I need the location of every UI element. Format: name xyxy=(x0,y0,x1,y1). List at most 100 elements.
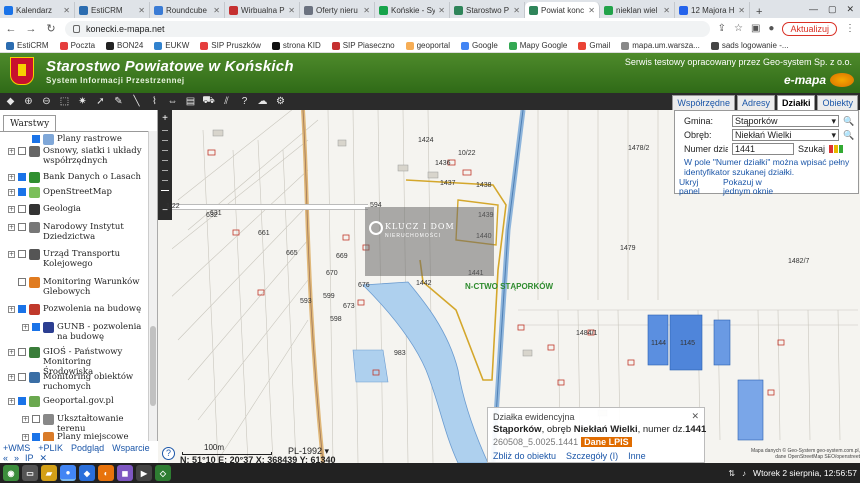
settings-icon[interactable]: ⚙ xyxy=(274,95,287,108)
layer-item[interactable]: + Osnowy, siatki i układy współrzędnych xyxy=(8,146,142,166)
close-tab-icon[interactable]: ✕ xyxy=(288,6,295,15)
layer-item[interactable]: + OpenStreetMap xyxy=(8,187,142,198)
search-icon[interactable]: 🔍 xyxy=(843,116,854,127)
layer-item[interactable]: Plany rastrowe xyxy=(22,134,142,145)
zoom-in-icon[interactable]: ⊕ xyxy=(22,95,35,108)
minimize-icon[interactable]: — xyxy=(809,4,818,15)
expand-icon[interactable]: + xyxy=(8,306,15,313)
footer-link[interactable]: Podgląd xyxy=(71,443,104,453)
hide-panel-link[interactable]: Ukryj panel xyxy=(679,178,705,196)
print-icon[interactable]: ▤ xyxy=(184,95,197,108)
bookmark-item[interactable]: BON24 xyxy=(106,41,143,50)
emapa-brand[interactable]: e-mapa xyxy=(784,73,826,87)
measure-area-icon[interactable]: ⌇ xyxy=(148,95,161,108)
firefox-icon[interactable]: ◐ xyxy=(98,465,114,481)
url-input[interactable]: konecki.e-mapa.net xyxy=(65,20,710,37)
measure-line-icon[interactable]: ╲ xyxy=(130,95,143,108)
forward-icon[interactable]: → xyxy=(25,23,37,35)
close-tab-icon[interactable]: ✕ xyxy=(588,6,595,15)
close-tab-icon[interactable]: ✕ xyxy=(738,6,745,15)
clock[interactable]: Wtorek 2 sierpnia, 12:56:57 xyxy=(753,468,857,478)
layer-item[interactable]: + Urząd Transportu Kolejowego xyxy=(8,249,142,269)
bookmark-item[interactable]: Mapy Google xyxy=(508,41,567,50)
close-tab-icon[interactable]: ✕ xyxy=(363,6,370,15)
vehicle-icon[interactable]: ⛟ xyxy=(202,95,215,108)
scroll-thumb[interactable] xyxy=(150,326,156,406)
pan-icon[interactable]: ⇔ xyxy=(166,95,179,108)
single-window-link[interactable]: Pokazuj w jednym oknie xyxy=(723,178,783,196)
layer-checkbox[interactable] xyxy=(18,348,26,356)
pointer-icon[interactable]: ➚ xyxy=(94,95,107,108)
app-icon[interactable]: ◼ xyxy=(117,465,133,481)
expand-icon[interactable]: + xyxy=(8,251,15,258)
search-button[interactable]: Szukaj xyxy=(798,144,825,154)
extensions-icon[interactable]: ▣ xyxy=(751,23,760,34)
bookmark-item[interactable]: SIP Piaseczno xyxy=(331,41,395,50)
close-tab-icon[interactable]: ✕ xyxy=(513,6,520,15)
expand-icon[interactable]: + xyxy=(22,416,29,423)
layer-item[interactable]: + Bank Danych o Lasach xyxy=(8,172,142,183)
chrome-icon[interactable]: ● xyxy=(60,465,76,481)
search-icon[interactable]: 🔍 xyxy=(843,130,854,141)
close-tab-icon[interactable]: ✕ xyxy=(63,6,70,15)
bookmark-item[interactable]: EUKW xyxy=(154,41,189,50)
hatch-icon[interactable]: ⫽ xyxy=(220,95,233,108)
profile-icon[interactable]: ● xyxy=(768,23,774,34)
app-icon[interactable]: ◇ xyxy=(155,465,171,481)
bookmark-item[interactable]: SIP Pruszków xyxy=(200,41,261,50)
expand-icon[interactable]: + xyxy=(8,398,15,405)
browser-tab[interactable]: EstiCRM ✕ xyxy=(75,2,150,18)
volume-icon[interactable]: ♪ xyxy=(742,469,746,478)
expand-icon[interactable]: + xyxy=(8,174,15,181)
bookmark-item[interactable]: Gmail xyxy=(578,41,610,50)
bookmark-item[interactable]: EstiCRM xyxy=(6,41,49,50)
layer-item[interactable]: Monitoring Warunków Glebowych xyxy=(8,277,142,297)
close-window-icon[interactable]: ✕ xyxy=(846,4,854,15)
expand-icon[interactable]: + xyxy=(8,148,15,155)
parcel-number-input[interactable]: 1441 xyxy=(732,143,794,155)
bookmark-item[interactable]: Poczta xyxy=(59,41,95,50)
update-button[interactable]: Aktualizuj xyxy=(782,21,837,36)
layer-item[interactable]: + Pozwolenia na budowę xyxy=(8,304,142,315)
browser-tab[interactable]: Oferty nieru ✕ xyxy=(300,2,375,18)
layer-checkbox[interactable] xyxy=(18,250,26,258)
footer-link[interactable]: +WMS xyxy=(3,443,30,453)
expand-icon[interactable]: + xyxy=(8,374,15,381)
expand-icon[interactable]: + xyxy=(22,434,29,441)
browser-tab[interactable]: nieklan wiel ✕ xyxy=(600,2,675,18)
terminal-icon[interactable]: ▶ xyxy=(136,465,152,481)
layer-checkbox[interactable] xyxy=(18,397,26,405)
tab-współrzędne[interactable]: Współrzędne xyxy=(672,95,735,110)
menu-icon[interactable]: ⋮ xyxy=(845,23,855,34)
layer-item[interactable]: + Geoportal.gov.pl xyxy=(8,396,142,407)
zoom-handle[interactable] xyxy=(161,190,169,191)
files-icon[interactable]: ▰ xyxy=(41,465,57,481)
layer-item[interactable]: + Geologia xyxy=(8,204,142,215)
layer-checkbox[interactable] xyxy=(32,135,40,143)
layer-item[interactable]: + Plany miejscowe xyxy=(22,432,142,441)
bookmark-item[interactable]: mapa.um.warsza... xyxy=(621,41,700,50)
bookmark-item[interactable]: strona KID xyxy=(271,41,321,50)
reload-icon[interactable]: ↻ xyxy=(45,22,57,35)
maximize-icon[interactable]: ▢ xyxy=(828,4,837,15)
tab-obiekty[interactable]: Obiekty xyxy=(817,95,858,110)
help-icon[interactable]: ? xyxy=(238,95,251,108)
network-icon[interactable]: ⇅ xyxy=(728,469,735,478)
layer-checkbox[interactable] xyxy=(32,433,40,441)
close-tab-icon[interactable]: ✕ xyxy=(138,6,145,15)
expand-icon[interactable]: + xyxy=(8,349,15,356)
bookmark-item[interactable]: sads logowanie -... xyxy=(710,41,789,50)
browser-tab[interactable]: 12 Majora H ✕ xyxy=(675,2,750,18)
bookmark-item[interactable]: Google xyxy=(460,41,498,50)
share-icon[interactable]: ⇪ xyxy=(718,23,726,34)
full-extent-icon[interactable]: ✷ xyxy=(76,95,89,108)
layer-checkbox[interactable] xyxy=(18,305,26,313)
browser-tab[interactable]: Powiat konc ✕ xyxy=(525,2,600,18)
close-tab-icon[interactable]: ✕ xyxy=(663,6,670,15)
close-tab-icon[interactable]: ✕ xyxy=(438,6,445,15)
expand-icon[interactable]: + xyxy=(8,206,15,213)
app-icon[interactable]: ◆ xyxy=(79,465,95,481)
expand-icon[interactable]: + xyxy=(8,189,15,196)
browser-tab[interactable]: Wirbualna P ✕ xyxy=(225,2,300,18)
new-tab-icon[interactable]: + xyxy=(750,6,768,18)
